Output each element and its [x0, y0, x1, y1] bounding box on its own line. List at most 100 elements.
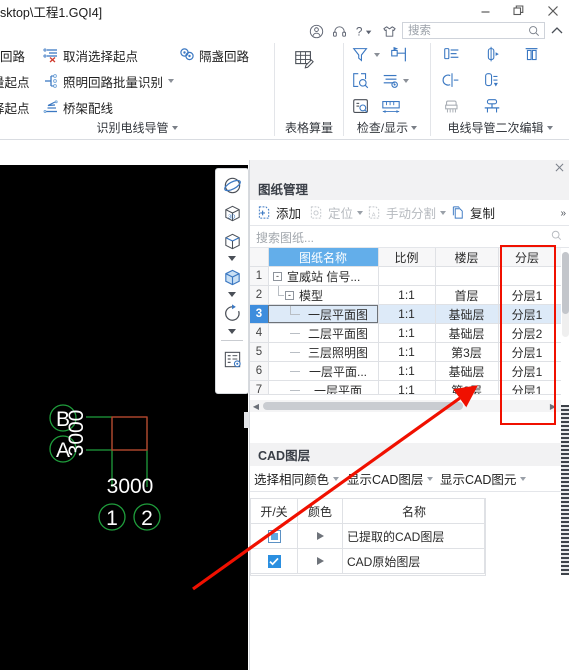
ribbon-item-alternate-circuit[interactable]: 隔盏回路 — [178, 44, 249, 66]
chevron-right-icon[interactable] — [316, 557, 324, 565]
column-header-floor[interactable]: 楼层 — [435, 248, 498, 266]
dock-side-scrollbar[interactable] — [561, 405, 569, 575]
ribbon-item-cancel-select-start[interactable]: 取消选择起点 — [42, 44, 138, 66]
user-icon[interactable] — [306, 22, 326, 40]
legend-view-icon[interactable] — [216, 345, 248, 373]
close-icon[interactable] — [536, 0, 569, 22]
toolbar-divider — [221, 340, 243, 341]
close-icon[interactable] — [555, 161, 564, 175]
ribbon-item-select-start[interactable]: 择起点 — [0, 96, 30, 118]
select-same-color-button[interactable]: 选择相同颜色 — [254, 466, 340, 491]
table-row[interactable]: 已提取的CAD图层 — [251, 524, 485, 549]
copy-button[interactable]: 复制 — [450, 200, 495, 225]
search-input[interactable]: 搜索 — [402, 22, 545, 39]
shirt-icon[interactable] — [379, 22, 399, 40]
measure-icon[interactable] — [378, 94, 404, 120]
canvas-view-toolbar: 3D — [215, 168, 249, 394]
table-quantity-icon[interactable] — [291, 46, 317, 72]
ribbon-item-circuit[interactable]: 回路 — [0, 44, 25, 66]
check-loop-icon[interactable] — [386, 42, 412, 68]
column-header-layer-name[interactable]: 名称 — [343, 499, 485, 523]
caret-down-icon[interactable] — [216, 289, 248, 299]
tree-expander-icon[interactable]: - — [273, 271, 282, 281]
column-header-scale[interactable]: 比例 — [378, 248, 435, 266]
tree-expander-icon[interactable]: - — [285, 290, 294, 300]
chevron-down-icon[interactable] — [403, 79, 409, 83]
cube-3d-icon[interactable]: 3D — [216, 199, 248, 227]
chevron-down-icon[interactable] — [333, 476, 340, 481]
cell-scale: 1:1 — [398, 288, 415, 302]
caret-down-icon[interactable] — [216, 253, 248, 263]
grid-vertical-scrollbar[interactable] — [562, 252, 569, 337]
restore-icon[interactable] — [502, 0, 536, 22]
column-header-name[interactable]: 图纸名称 — [268, 248, 378, 266]
edit-wire-5-icon[interactable] — [479, 68, 505, 94]
table-row[interactable]: CAD原始图层 — [251, 549, 485, 574]
rotate-icon[interactable] — [216, 299, 248, 327]
cell-color-expander[interactable] — [298, 549, 342, 573]
chevron-down-icon[interactable] — [520, 476, 527, 481]
chevron-down-icon[interactable] — [168, 79, 175, 83]
checkbox-partial[interactable] — [267, 529, 281, 543]
edit-wire-1-icon[interactable] — [439, 42, 465, 68]
search-element-icon[interactable] — [348, 68, 374, 94]
cell-onoff[interactable] — [251, 524, 297, 548]
cell-color-expander[interactable] — [298, 524, 342, 548]
row-number: 5 — [250, 343, 268, 361]
svg-text:1: 1 — [106, 507, 118, 530]
chevron-down-icon[interactable] — [440, 210, 447, 215]
edit-wire-2-icon[interactable] — [479, 42, 505, 68]
cad-layer-panel-title: CAD图层 — [258, 449, 311, 463]
checkbox-checked[interactable] — [267, 554, 281, 568]
show-cad-element-button[interactable]: 显示CAD图元 — [440, 466, 527, 491]
toolbar-overflow-button[interactable]: » — [560, 208, 565, 219]
ribbon-item-batch-start[interactable]: 量起点 — [0, 70, 30, 92]
cell-floor: 第3层 — [451, 345, 482, 360]
row-number: 2 — [250, 286, 268, 304]
edit-wire-8-icon[interactable] — [479, 94, 505, 120]
collapse-ribbon-icon[interactable] — [549, 22, 565, 39]
scroll-left-icon[interactable]: ◀ — [251, 401, 261, 411]
ribbon-group-caption-check[interactable]: 检查/显示 — [344, 119, 430, 136]
chevron-right-icon[interactable] — [316, 532, 324, 540]
ribbon-group-identify-conduit: 回路 量起点 择起点 — [0, 40, 274, 139]
ribbon-group-caption-wire-edit[interactable]: 电线导管二次编辑 — [431, 119, 569, 136]
locate-button[interactable]: 定位 — [308, 200, 364, 225]
chevron-down-icon[interactable] — [357, 210, 364, 215]
chevron-down-icon[interactable] — [374, 53, 380, 57]
cube-filled-icon[interactable] — [216, 263, 248, 291]
edit-wire-4-icon[interactable] — [439, 68, 465, 94]
ribbon-group-caption-table[interactable]: 表格算量 — [275, 119, 343, 136]
add-drawing-button[interactable]: 添加 — [256, 200, 301, 225]
ribbon-item-tray-wiring[interactable]: 桥架配线 — [42, 96, 113, 118]
chevron-down-icon[interactable] — [427, 476, 434, 481]
cell-layer-name: CAD原始图层 — [347, 554, 421, 569]
cell-onoff[interactable] — [251, 549, 297, 573]
cell-floor: 第2层 — [451, 383, 482, 395]
ribbon-group-caption-identify[interactable]: 识别电线导管 — [0, 119, 274, 136]
cell-name: 一层平面 — [313, 383, 362, 395]
tray-wiring-icon — [42, 99, 59, 116]
minimize-icon[interactable] — [468, 0, 502, 22]
cube-outline-icon[interactable] — [216, 227, 248, 255]
help-icon[interactable]: ? — [353, 22, 377, 40]
show-cad-layer-button[interactable]: 显示CAD图层 — [347, 466, 434, 491]
cad-canvas[interactable]: B A 1 2 3000 3000 — [0, 165, 248, 670]
lighting-batch-icon — [42, 73, 59, 90]
manual-split-icon: A — [366, 204, 383, 221]
orbit-icon[interactable] — [216, 171, 248, 199]
filter-icon[interactable] — [348, 42, 374, 68]
svg-text:2: 2 — [141, 507, 153, 530]
ribbon-item-lighting-batch-recognize[interactable]: 照明回路批量识别 — [42, 70, 175, 92]
headset-icon[interactable] — [329, 22, 349, 40]
manual-split-button[interactable]: A 手动分割 — [366, 200, 447, 225]
brush-icon[interactable] — [439, 94, 465, 120]
row-number: 1 — [250, 267, 268, 285]
column-header-color[interactable]: 颜色 — [298, 499, 342, 523]
annotation-highlight-layer-column — [500, 245, 556, 425]
edit-wire-3-icon[interactable] — [519, 42, 545, 68]
report-search-icon[interactable] — [348, 94, 374, 120]
list-check-icon[interactable] — [378, 68, 404, 94]
caret-down-icon[interactable] — [216, 326, 248, 336]
column-header-onoff[interactable]: 开/关 — [251, 499, 297, 523]
